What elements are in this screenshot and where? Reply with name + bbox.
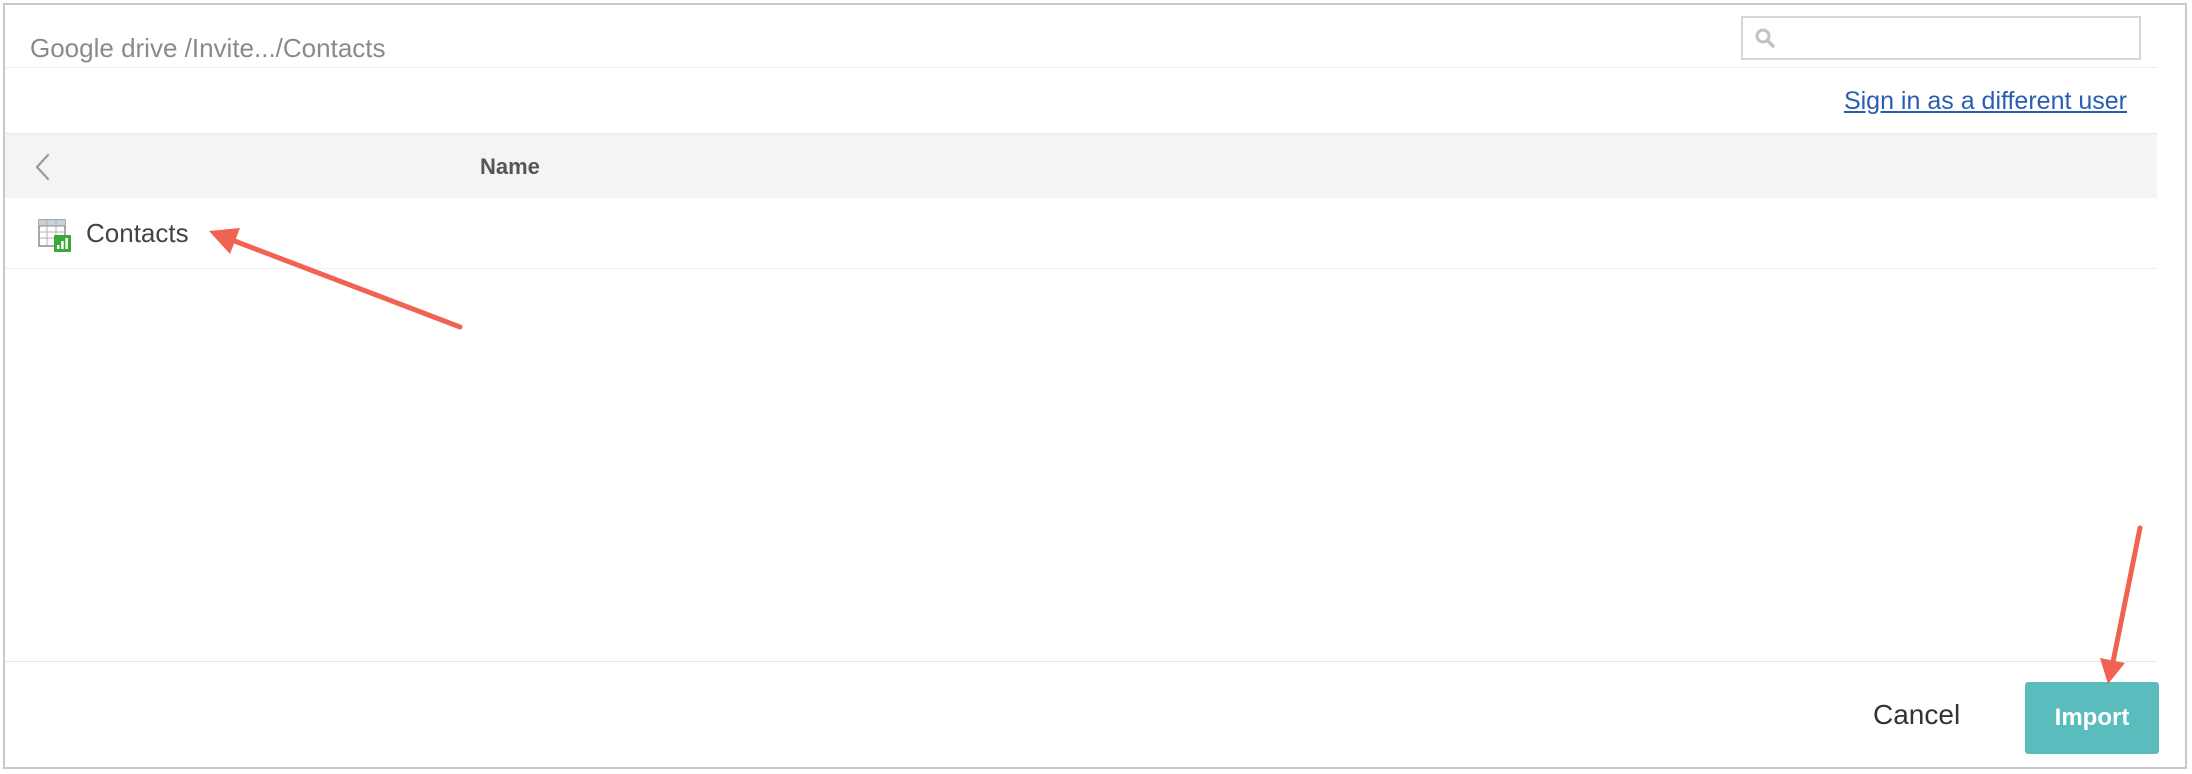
file-row-contacts[interactable]: Contacts xyxy=(5,198,2157,269)
cancel-button[interactable]: Cancel xyxy=(1873,699,1960,731)
column-header-name[interactable]: Name xyxy=(480,154,540,180)
file-name: Contacts xyxy=(86,218,189,248)
search-icon xyxy=(1755,28,1775,48)
spreadsheet-icon xyxy=(38,219,71,252)
breadcrumb: Google drive /Invite.../Contacts xyxy=(30,33,386,63)
header-divider xyxy=(5,67,2157,68)
file-picker-dialog: Google drive /Invite.../Contacts Sign in… xyxy=(3,3,2187,769)
import-button[interactable]: Import xyxy=(2025,682,2159,754)
footer-divider xyxy=(5,661,2157,662)
table-header: Name xyxy=(5,133,2157,198)
chevron-left-icon[interactable] xyxy=(31,151,55,183)
search-box[interactable] xyxy=(1741,16,2141,60)
search-input[interactable] xyxy=(1783,22,2135,56)
sign-in-different-user-link[interactable]: Sign in as a different user xyxy=(1844,87,2127,116)
